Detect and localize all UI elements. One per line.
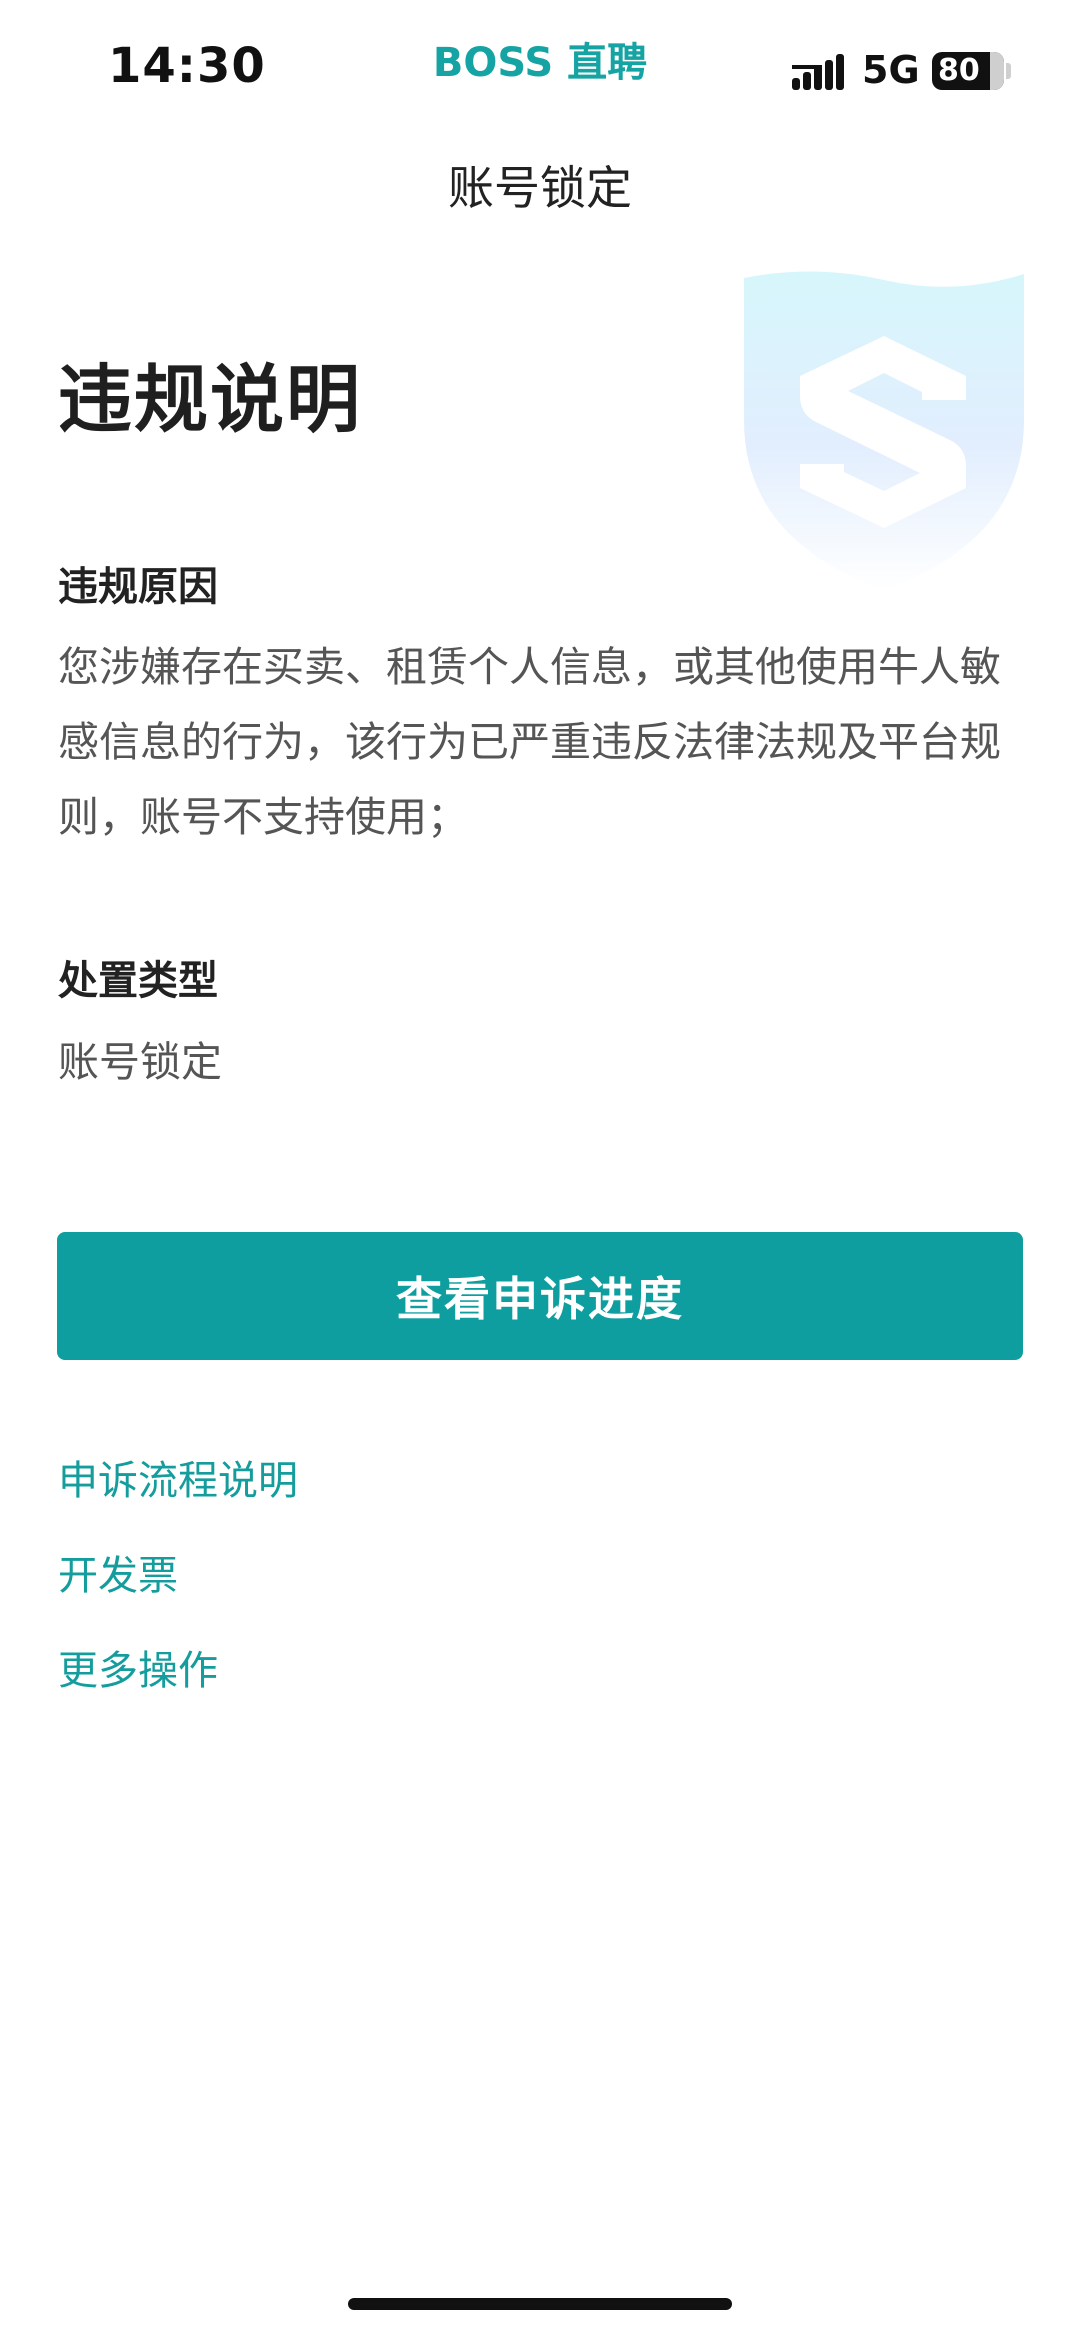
page-title: 账号锁定	[448, 161, 632, 215]
battery-tip	[1006, 63, 1011, 79]
home-indicator[interactable]	[348, 2298, 732, 2310]
shield-s-icon	[744, 271, 1024, 590]
violation-heading: 违规说明	[58, 357, 362, 443]
battery-level: 80	[938, 53, 980, 88]
type-label: 处置类型	[58, 958, 218, 1004]
battery-icon: 80	[932, 52, 1004, 90]
invoice-link[interactable]: 开发票	[58, 1543, 178, 1601]
type-value: 账号锁定	[58, 1038, 222, 1086]
view-appeal-progress-button[interactable]: 查看申诉进度	[57, 1232, 1023, 1360]
reason-label: 违规原因	[58, 564, 218, 610]
status-bar: 14:30 BOSS 直聘 5G 80	[0, 0, 1080, 120]
signal-icon	[792, 54, 844, 90]
reason-text: 您涉嫌存在买卖、租赁个人信息，或其他使用牛人敏感信息的行为，该行为已严重违反法律…	[58, 643, 1001, 841]
more-actions-link[interactable]: 更多操作	[58, 1638, 218, 1696]
network-label: 5G	[862, 48, 920, 92]
appeal-process-link[interactable]: 申诉流程说明	[58, 1448, 298, 1506]
